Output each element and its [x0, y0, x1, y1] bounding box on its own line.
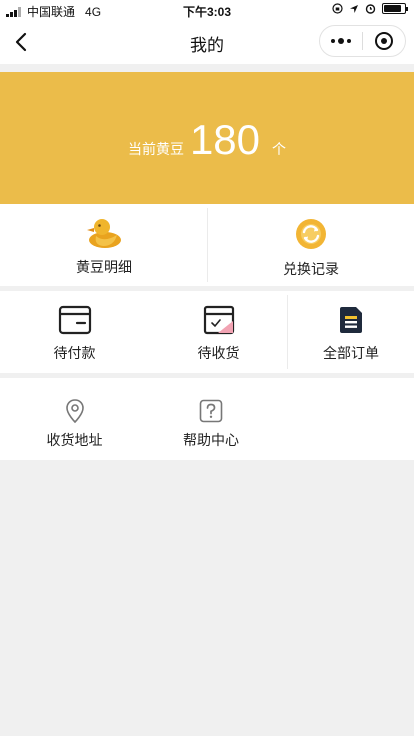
points-detail-label: 黄豆明细 — [76, 259, 132, 275]
all-orders-label: 全部订单 — [323, 345, 379, 361]
pending-payment-item[interactable]: 待付款 — [0, 291, 149, 373]
points-unit: 个 — [272, 141, 287, 157]
location-pin-icon — [65, 399, 84, 424]
services-section: 收货地址 帮助中心 — [0, 378, 414, 460]
shipping-address-item[interactable]: 收货地址 — [0, 378, 149, 460]
navigation-bar: 我的 — [0, 20, 414, 64]
pending-payment-label: 待付款 — [53, 345, 96, 361]
points-value: 180 — [189, 116, 261, 163]
status-right — [332, 3, 408, 14]
wallet-icon — [58, 305, 91, 335]
battery-icon — [382, 3, 408, 14]
status-bar: 中国联通 4G 下午3:03 — [0, 0, 414, 20]
assets-section: 黄豆明细 兑换记录 — [0, 204, 414, 286]
points-banner: 当前黄豆 180 个 — [0, 72, 414, 204]
points-detail-item[interactable]: 黄豆明细 — [0, 204, 208, 286]
alarm-icon — [365, 4, 376, 14]
order-list-icon — [340, 307, 362, 333]
target-close-icon — [375, 32, 393, 50]
miniprogram-capsule — [319, 25, 406, 57]
duck-icon — [87, 219, 121, 248]
more-dot — [347, 39, 351, 43]
help-center-item[interactable]: 帮助中心 — [149, 378, 273, 460]
pending-receipt-item[interactable]: 待收货 — [149, 291, 288, 373]
exchange-icon — [296, 219, 326, 249]
exchange-record-label: 兑换记录 — [283, 261, 339, 277]
help-center-label: 帮助中心 — [183, 432, 239, 448]
pending-receipt-label: 待收货 — [197, 345, 240, 361]
more-dot — [338, 38, 344, 44]
exchange-record-item[interactable]: 兑换记录 — [208, 204, 414, 286]
orders-section: 待付款 待收货 全部订单 — [0, 291, 414, 373]
close-miniprogram-button[interactable] — [363, 26, 405, 56]
more-dot — [331, 39, 335, 43]
package-icon — [203, 305, 234, 335]
all-orders-item[interactable]: 全部订单 — [288, 291, 414, 373]
help-icon — [199, 399, 223, 423]
more-menu-button[interactable] — [320, 26, 362, 56]
shipping-address-label: 收货地址 — [46, 432, 103, 448]
lock-rotation-icon — [332, 3, 343, 14]
points-label: 当前黄豆 — [127, 141, 184, 157]
location-arrow-icon — [350, 4, 358, 13]
